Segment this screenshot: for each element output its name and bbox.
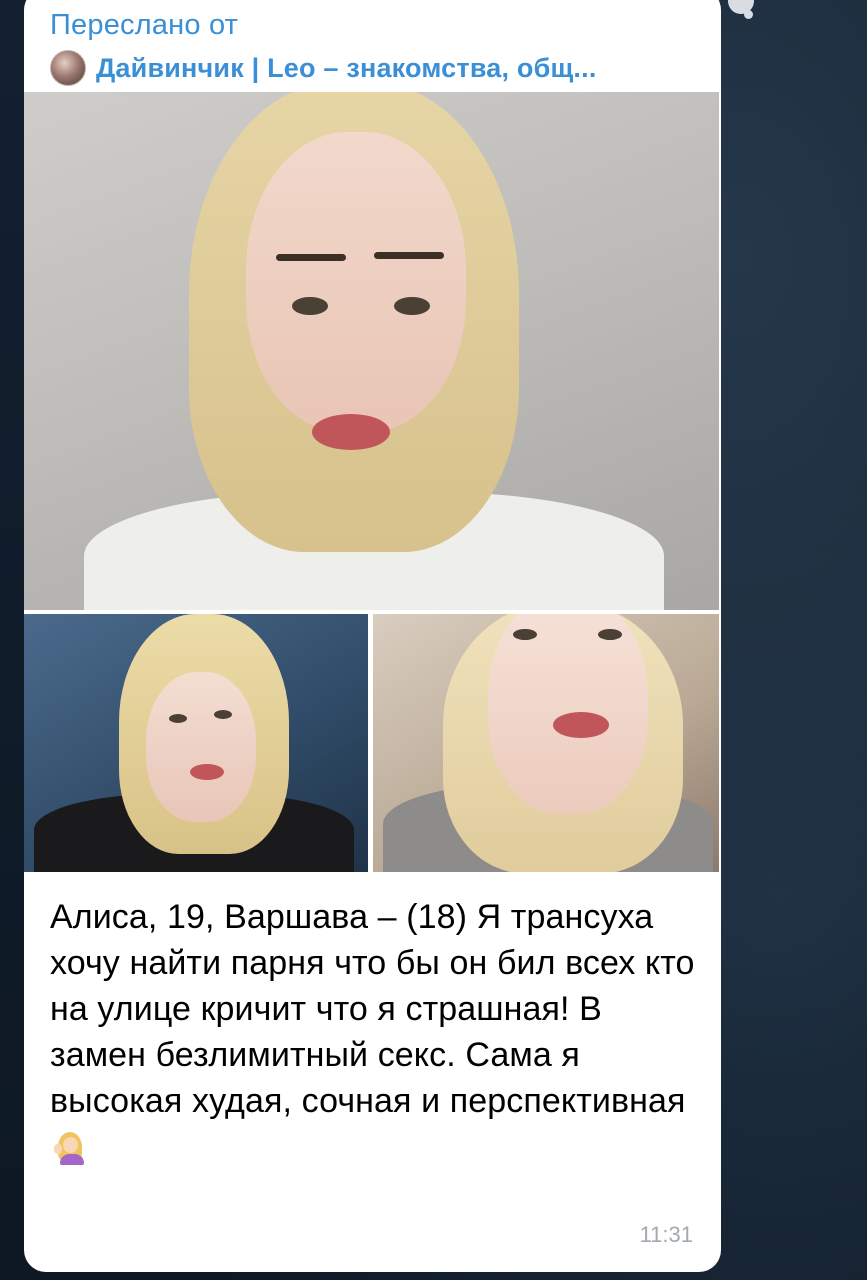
forwarded-header[interactable]: Переслано от Дайвинчик | Leo – знакомств… xyxy=(50,8,597,86)
photo-lips xyxy=(553,712,609,738)
photo-brow-right xyxy=(374,252,444,259)
profile-photo-3[interactable] xyxy=(373,614,719,872)
photo-face xyxy=(246,132,466,432)
photo-eye-right xyxy=(214,710,232,719)
photo-eye-left xyxy=(513,629,537,640)
forward-source[interactable]: Дайвинчик | Leo – знакомства, общ... xyxy=(50,50,597,86)
indicator-dot-small xyxy=(744,10,753,19)
message-text: Алиса, 19, Варшава – (18) Я трансуха хоч… xyxy=(50,894,700,1170)
photo-eye-left xyxy=(169,714,187,723)
photo-eye-right xyxy=(598,629,622,640)
source-channel-name[interactable]: Дайвинчик | Leo – знакомства, общ... xyxy=(96,53,597,84)
profile-photo-main[interactable] xyxy=(24,92,719,610)
caption-text: Алиса, 19, Варшава – (18) Я трансуха хоч… xyxy=(50,898,695,1120)
photo-lips xyxy=(190,764,224,780)
photo-brow-left xyxy=(276,254,346,261)
photo-eye-right xyxy=(394,297,430,315)
message-bubble[interactable]: Переслано от Дайвинчик | Leo – знакомств… xyxy=(24,0,721,1272)
photo-eye-left xyxy=(292,297,328,315)
message-timestamp: 11:31 xyxy=(639,1222,693,1247)
photo-face xyxy=(146,672,256,822)
profile-photo-2[interactable] xyxy=(24,614,368,872)
forwarded-label: Переслано от xyxy=(50,9,239,41)
photo-lips xyxy=(312,414,390,450)
woman-tipping-hand-emoji-icon xyxy=(54,1130,88,1165)
channel-avatar-icon[interactable] xyxy=(50,50,86,86)
